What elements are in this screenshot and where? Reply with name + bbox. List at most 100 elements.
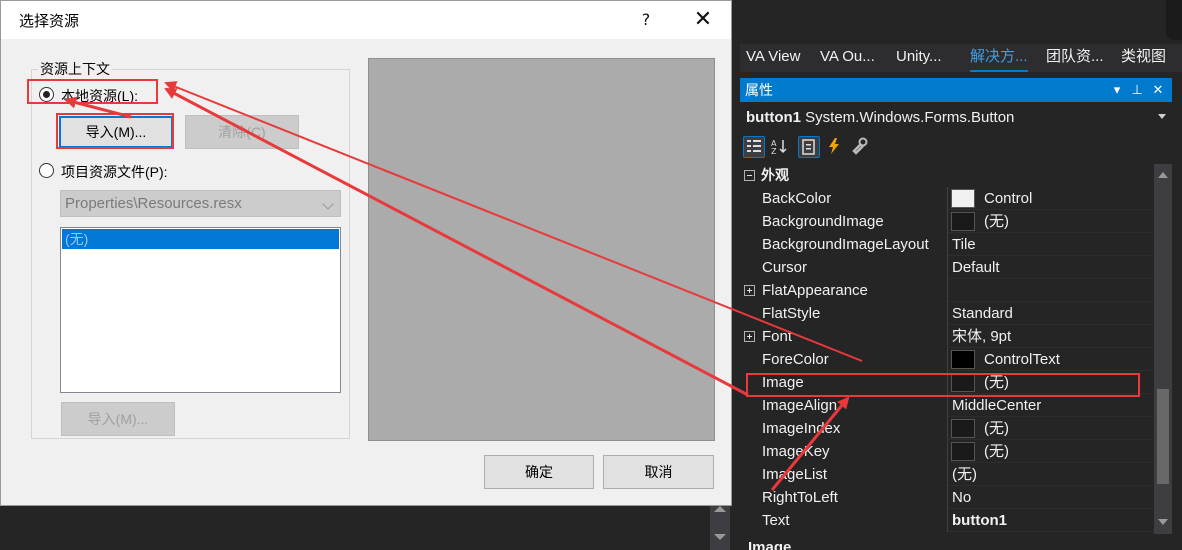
chevron-down-icon[interactable] (1158, 114, 1166, 119)
property-name: ForeColor (740, 348, 948, 371)
property-name: ImageKey (740, 440, 948, 463)
property-grid: 外观 BackColor Control BackgroundImage (无) Bac… (740, 164, 1154, 534)
property-name: BackgroundImageLayout (740, 233, 948, 256)
property-name-text: ForeColor (762, 351, 829, 368)
property-value[interactable]: (无) (948, 440, 1154, 463)
properties-icon[interactable] (798, 136, 820, 158)
resource-list[interactable]: (无) (60, 227, 341, 393)
image-preview (368, 58, 715, 441)
property-name-text: RightToLeft (762, 489, 838, 506)
scroll-down-icon[interactable] (714, 534, 726, 540)
property-value-text: (无) (984, 443, 1009, 460)
clear-button[interactable]: 清除(C) (185, 115, 299, 149)
property-value[interactable]: (无) (948, 210, 1154, 233)
scroll-up-icon[interactable] (1158, 172, 1168, 178)
property-value[interactable]: button1 (948, 509, 1154, 532)
property-value[interactable]: ControlText (948, 348, 1154, 371)
pin-icon[interactable]: ⊥ (1128, 78, 1146, 102)
property-row-backgroundimage[interactable]: BackgroundImage (无) (740, 210, 1154, 233)
object-name: button1 (746, 109, 801, 126)
property-value[interactable]: (无) (948, 463, 1154, 486)
alphabetical-icon[interactable]: AZ (769, 136, 791, 158)
list-item[interactable]: (无) (62, 229, 339, 249)
expand-icon[interactable] (744, 331, 755, 342)
dropdown-icon[interactable]: ▾ (1108, 78, 1126, 102)
object-selector[interactable]: button1 System.Windows.Forms.Button (740, 106, 1172, 130)
close-icon[interactable]: ✕ (1149, 78, 1167, 102)
property-row-imagelist[interactable]: ImageList (无) (740, 463, 1154, 486)
property-name: ImageAlign (740, 394, 948, 417)
events-icon[interactable] (824, 136, 846, 158)
property-name: RightToLeft (740, 486, 948, 509)
property-name-text: ImageAlign (762, 397, 838, 414)
annotation-box-import (56, 113, 174, 149)
expand-icon[interactable] (744, 285, 755, 296)
properties-title: 属性 (745, 82, 773, 98)
collapse-icon[interactable] (744, 170, 755, 181)
editor-scrollbar[interactable] (710, 500, 730, 550)
property-row-text[interactable]: Text button1 (740, 509, 1154, 532)
close-icon[interactable]: ✕ (681, 5, 725, 35)
cancel-button[interactable]: 取消 (603, 455, 714, 489)
property-row-font[interactable]: Font 宋体, 9pt (740, 325, 1154, 348)
chevron-down-icon[interactable] (322, 198, 334, 210)
property-value[interactable]: (无) (948, 417, 1154, 440)
property-row-flatappearance[interactable]: FlatAppearance (740, 279, 1154, 302)
property-name-text: Text (762, 512, 790, 529)
property-value[interactable]: No (948, 486, 1154, 509)
property-row-imageindex[interactable]: ImageIndex (无) (740, 417, 1154, 440)
property-row-forecolor[interactable]: ForeColor ControlText (740, 348, 1154, 371)
properties-toolbar: AZ (743, 134, 883, 162)
property-row-flatstyle[interactable]: FlatStyle Standard (740, 302, 1154, 325)
resource-file-value: Properties\Resources.resx (65, 195, 242, 212)
scroll-down-icon[interactable] (1158, 519, 1168, 525)
property-pages-icon[interactable] (850, 136, 872, 158)
property-name: Text (740, 509, 948, 532)
property-grid-scrollbar[interactable] (1154, 164, 1172, 534)
property-row-backcolor[interactable]: BackColor Control (740, 187, 1154, 210)
property-value[interactable]: Control (948, 187, 1154, 210)
tab-va-view[interactable]: VA View (746, 44, 800, 72)
property-name-text: BackgroundImageLayout (762, 236, 929, 253)
color-swatch (951, 212, 975, 231)
dialog-title: 选择资源 (19, 13, 80, 30)
property-value[interactable] (948, 279, 1154, 302)
categorized-icon[interactable] (743, 136, 765, 158)
property-name: BackgroundImage (740, 210, 948, 233)
property-name-text: Cursor (762, 259, 808, 276)
project-resource-label[interactable]: 项目资源文件(P): (61, 162, 168, 182)
category-appearance[interactable]: 外观 (740, 164, 1154, 187)
property-value[interactable]: 宋体, 9pt (948, 325, 1154, 348)
property-row-imagealign[interactable]: ImageAlign MiddleCenter (740, 394, 1154, 417)
property-value-text: Control (984, 190, 1033, 207)
tab-unity[interactable]: Unity... (896, 44, 942, 72)
tab-team-explorer[interactable]: 团队资... (1046, 44, 1104, 72)
property-name: FlatStyle (740, 302, 948, 325)
property-name-text: ImageKey (762, 443, 830, 460)
property-row-backgroundimagelayout[interactable]: BackgroundImageLayout Tile (740, 233, 1154, 256)
resource-file-select[interactable]: Properties\Resources.resx (60, 190, 341, 217)
scroll-up-icon[interactable] (714, 506, 726, 512)
scroll-thumb[interactable] (1157, 389, 1169, 484)
property-row-righttoleft[interactable]: RightToLeft No (740, 486, 1154, 509)
property-value[interactable]: Tile (948, 233, 1154, 256)
property-row-imagekey[interactable]: ImageKey (无) (740, 440, 1154, 463)
dialog-title-bar: 选择资源 ? ✕ (1, 1, 731, 39)
property-name-text: Font (762, 328, 793, 345)
ok-button[interactable]: 确定 (484, 455, 594, 489)
tab-class-view[interactable]: 类视图 (1121, 44, 1166, 72)
property-value[interactable]: MiddleCenter (948, 394, 1154, 417)
import-button-2[interactable]: 导入(M)... (61, 402, 175, 436)
property-value[interactable]: Standard (948, 302, 1154, 325)
help-icon[interactable]: ? (631, 5, 661, 35)
project-resource-radio[interactable] (39, 163, 54, 178)
color-swatch (951, 442, 975, 461)
property-value[interactable]: Default (948, 256, 1154, 279)
property-name-text: ImageIndex (762, 420, 841, 437)
color-swatch (951, 350, 975, 369)
ide-corner (1166, 0, 1182, 40)
tab-va-outline[interactable]: VA Ou... (820, 44, 875, 72)
property-name-text: ImageList (762, 466, 828, 483)
tab-solution-explorer[interactable]: 解决方... (970, 44, 1028, 72)
property-row-cursor[interactable]: Cursor Default (740, 256, 1154, 279)
